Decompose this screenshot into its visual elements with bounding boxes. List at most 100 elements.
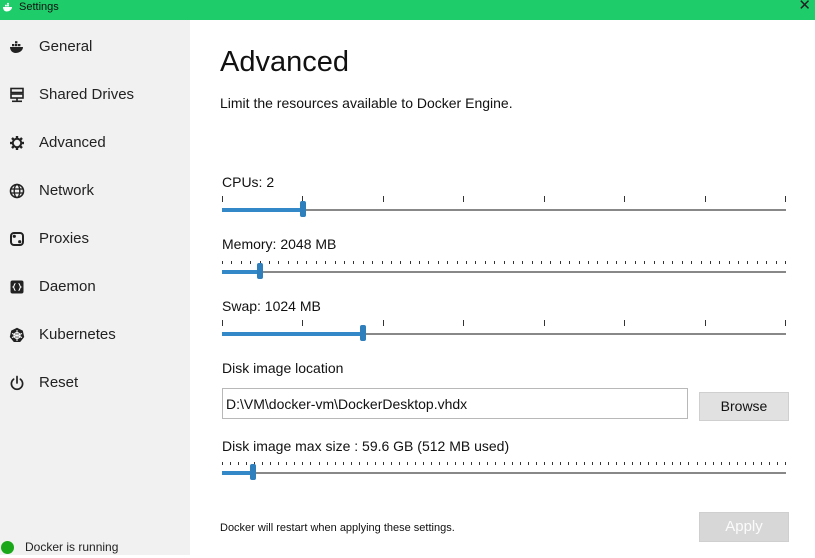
slider-tick: [431, 462, 432, 465]
slider-tick: [278, 261, 279, 264]
slider-tick: [576, 462, 577, 465]
slider-tick: [536, 462, 537, 465]
sidebar-item-proxies[interactable]: Proxies: [0, 217, 190, 261]
sidebar-item-reset[interactable]: Reset: [0, 361, 190, 405]
slider-tick: [560, 261, 561, 264]
slider-thumb[interactable]: [257, 263, 263, 279]
slider-tick: [719, 261, 720, 264]
disk-size-slider[interactable]: [222, 453, 786, 481]
slider-tick: [664, 462, 665, 465]
slider-tick: [532, 261, 533, 264]
slider-tick: [222, 320, 223, 326]
slider-tick: [713, 462, 714, 465]
slider-tick: [479, 462, 480, 465]
slider-tick: [504, 462, 505, 465]
close-icon[interactable]: ✕: [798, 0, 811, 14]
slider-tick: [423, 462, 424, 465]
slider-tick: [353, 261, 354, 264]
sidebar-item-general[interactable]: General: [0, 25, 190, 69]
sidebar: General Shared Drives Advanced Network P…: [0, 20, 190, 555]
slider-tick: [294, 462, 295, 465]
slider-tick: [691, 261, 692, 264]
sidebar-item-label: General: [39, 38, 93, 55]
slider-tick: [721, 462, 722, 465]
slider-tick: [635, 261, 636, 264]
slider-tick: [579, 261, 580, 264]
slider-tick: [705, 196, 706, 202]
main-panel: Advanced Limit the resources available t…: [190, 20, 815, 555]
slider-tick: [632, 462, 633, 465]
slider-tick: [262, 462, 263, 465]
slider-tick: [512, 462, 513, 465]
slider-tick: [335, 462, 336, 465]
slider-thumb[interactable]: [250, 464, 256, 480]
slider-tick: [528, 462, 529, 465]
slider-tick: [616, 261, 617, 264]
slider-tick: [656, 462, 657, 465]
slider-tick: [246, 462, 247, 465]
page-title: Advanced: [220, 46, 349, 78]
slider-tick: [310, 462, 311, 465]
slider-tick: [241, 261, 242, 264]
slider-tick: [410, 261, 411, 264]
slider-tick: [407, 462, 408, 465]
slider-tick: [359, 462, 360, 465]
sidebar-item-network[interactable]: Network: [0, 169, 190, 213]
apply-button[interactable]: Apply: [699, 512, 789, 542]
slider-tick: [769, 462, 770, 465]
braces-icon: [10, 280, 24, 294]
slider-tick: [319, 462, 320, 465]
browse-button[interactable]: Browse: [699, 392, 789, 421]
slider-tick: [625, 261, 626, 264]
sidebar-item-label: Daemon: [39, 278, 96, 295]
slider-tick: [761, 462, 762, 465]
slider-tick: [747, 261, 748, 264]
slider-tick: [544, 462, 545, 465]
power-icon: [10, 375, 24, 391]
slider-tick: [297, 261, 298, 264]
slider-tick: [238, 462, 239, 465]
slider-tick: [391, 462, 392, 465]
slider-tick: [286, 462, 287, 465]
slider-thumb[interactable]: [300, 201, 306, 217]
sidebar-item-daemon[interactable]: Daemon: [0, 265, 190, 309]
sidebar-item-label: Reset: [39, 374, 79, 391]
slider-tick: [592, 462, 593, 465]
slider-tick: [729, 462, 730, 465]
disk-location-input[interactable]: [222, 388, 688, 419]
title-bar: Settings ✕: [0, 0, 815, 20]
slider-fill: [222, 208, 303, 212]
globe-icon: [9, 183, 25, 199]
slider-tick: [278, 462, 279, 465]
slider-tick: [729, 261, 730, 264]
cpus-slider[interactable]: [222, 190, 786, 218]
slider-tick: [344, 261, 345, 264]
slider-tick: [399, 462, 400, 465]
slider-tick: [466, 261, 467, 264]
slider-tick: [316, 261, 317, 264]
memory-slider[interactable]: [222, 252, 786, 280]
slider-tick: [654, 261, 655, 264]
slider-tick: [624, 320, 625, 326]
slider-tick: [624, 462, 625, 465]
slider-tick: [766, 261, 767, 264]
slider-tick: [560, 462, 561, 465]
slider-tick: [222, 462, 223, 465]
swap-slider[interactable]: [222, 314, 786, 342]
slider-track: [222, 209, 786, 211]
restart-note: Docker will restart when applying these …: [220, 522, 455, 534]
slider-tick: [504, 261, 505, 264]
slider-tick: [597, 261, 598, 264]
whale-icon: [10, 41, 23, 53]
slider-tick: [415, 462, 416, 465]
sidebar-item-label: Network: [39, 182, 95, 199]
slider-thumb[interactable]: [360, 325, 366, 341]
slider-tick: [438, 261, 439, 264]
page-subtitle: Limit the resources available to Docker …: [220, 95, 513, 111]
sidebar-item-kubernetes[interactable]: Kubernetes: [0, 313, 190, 357]
slider-tick: [463, 320, 464, 326]
sidebar-item-shared-drives[interactable]: Shared Drives: [0, 73, 190, 117]
sidebar-item-advanced[interactable]: Advanced: [0, 121, 190, 165]
slider-tick: [705, 320, 706, 326]
sidebar-item-label: Proxies: [39, 230, 90, 247]
